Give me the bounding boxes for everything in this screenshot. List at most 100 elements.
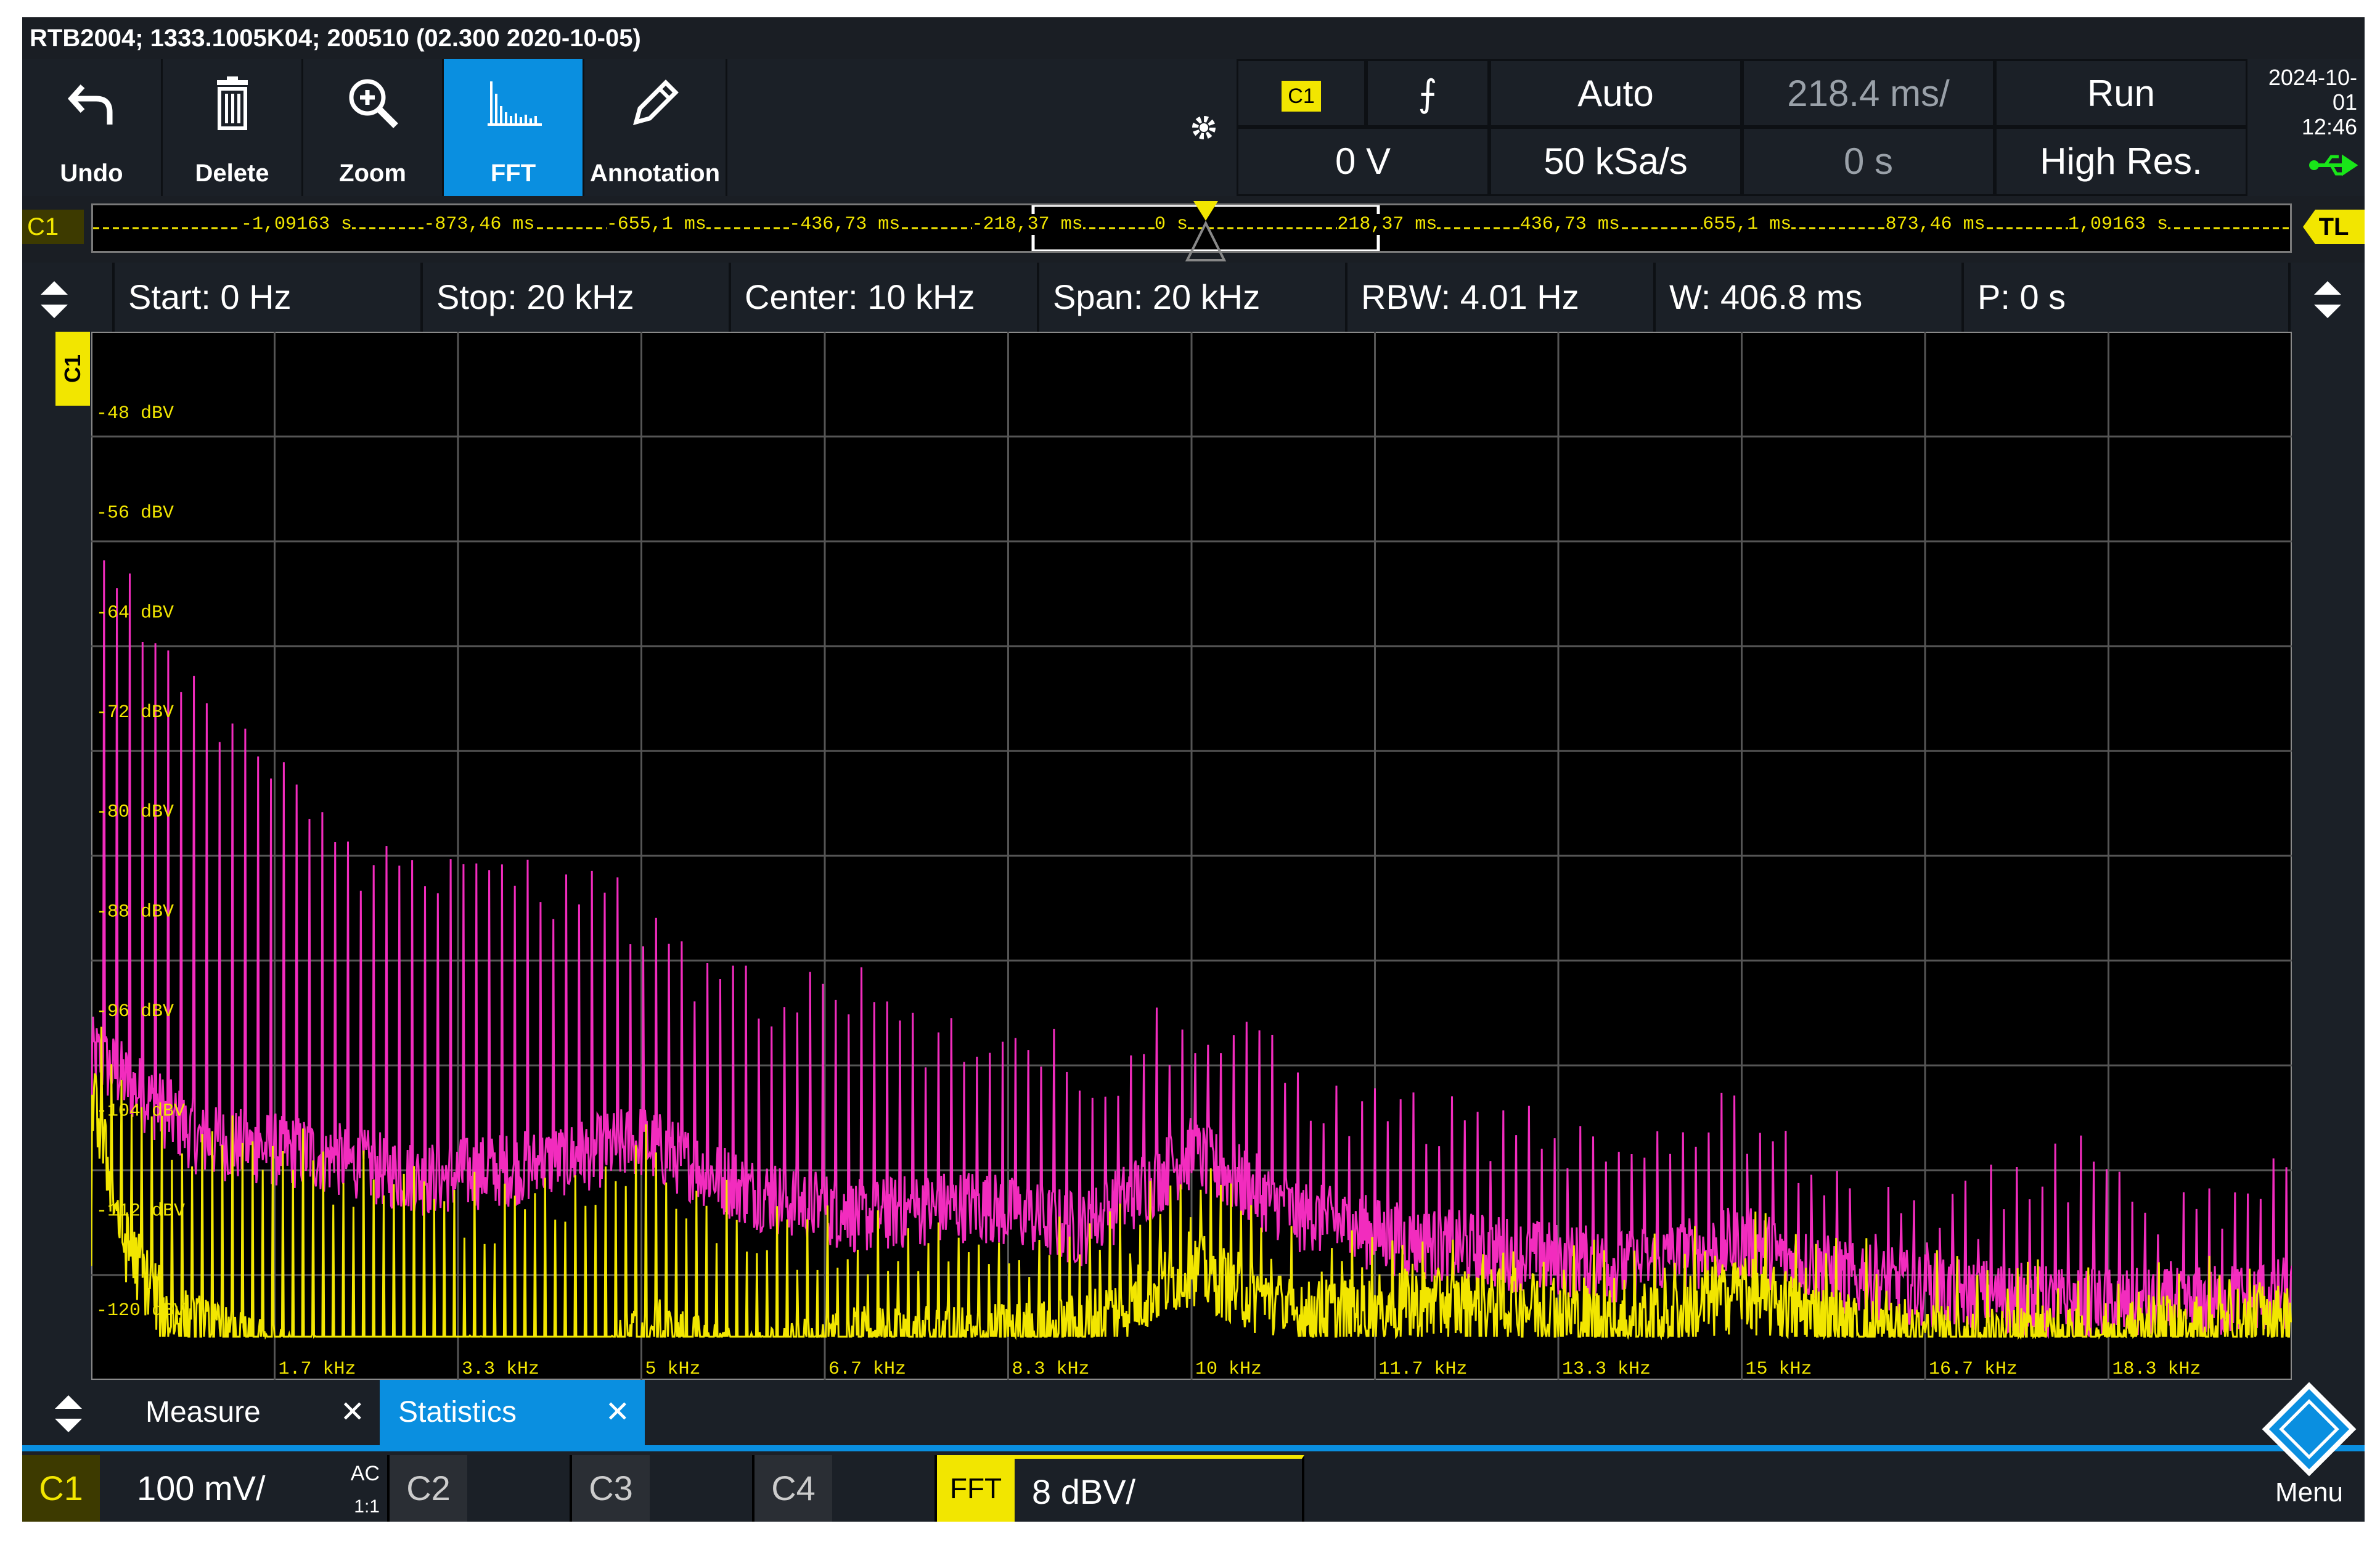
tab-scroll[interactable] <box>22 1380 115 1445</box>
left-side-panel: C1 <box>22 332 91 1380</box>
channel-c1-scale[interactable]: 100 mV/ AC 1:1 <box>100 1455 390 1522</box>
x-tick-label: 13.3 kHz <box>1562 1359 1651 1380</box>
run-stop-state[interactable]: Run <box>1995 59 2247 127</box>
ruler-tick-label: -218,37 ms <box>971 214 1083 235</box>
trigger-slope-button[interactable]: ⨍ <box>1366 59 1489 127</box>
x-tick-label: 6.7 kHz <box>828 1359 906 1380</box>
trigger-position-marker[interactable] <box>1181 196 1230 265</box>
tab-statistics[interactable]: Statistics ✕ <box>380 1380 645 1445</box>
menu-button[interactable]: Menu <box>2254 1374 2365 1522</box>
horizontal-position[interactable]: 0 s <box>1742 127 1995 196</box>
acquisition-mode[interactable]: High Res. <box>1995 127 2247 196</box>
oscilloscope-screen: RTB2004; 1333.1005K04; 200510 (02.300 20… <box>22 17 2365 1522</box>
trigger-source-button[interactable]: C1 <box>1237 59 1366 127</box>
trigger-level-tag: TL <box>2303 210 2365 244</box>
trash-icon <box>216 76 248 130</box>
up-down-arrows-icon <box>2314 281 2341 319</box>
c1-scale-value: 100 mV/ <box>137 1469 266 1507</box>
sample-rate[interactable]: 50 kSa/s <box>1489 127 1742 196</box>
ruler-tick-label: 1,09163 s <box>2068 214 2169 235</box>
x-tick-label: 3.3 kHz <box>462 1359 539 1380</box>
annotation-button[interactable]: Annotation <box>584 59 727 196</box>
date-readout: 2024-10-01 <box>2268 65 2357 115</box>
rohde-schwarz-logo-icon <box>2262 1382 2357 1477</box>
up-down-arrows-icon <box>55 1395 82 1433</box>
y-tick-label: -80 dBV <box>96 802 174 823</box>
fft-label: FFT <box>490 160 536 187</box>
tab-measure[interactable]: Measure ✕ <box>115 1380 380 1445</box>
fft-channel-tag[interactable]: FFT <box>937 1455 1015 1522</box>
x-tick-label: 1.7 kHz <box>279 1359 356 1380</box>
channel-c4-tag[interactable]: C4 <box>754 1455 832 1522</box>
channel-c3-scale[interactable] <box>650 1455 754 1522</box>
fft-parameter-bar: Start: 0 Hz Stop: 20 kHz Center: 10 kHz … <box>22 263 2365 332</box>
right-side-panel <box>2292 332 2365 1380</box>
ruler-channel-tag: C1 <box>22 210 84 244</box>
fft-button[interactable]: FFT <box>444 59 584 196</box>
channel-c3-tag[interactable]: C3 <box>572 1455 650 1522</box>
spectrum-display[interactable]: -48 dBV -56 dBV -64 dBV -72 dBV -80 dBV -88 d… <box>91 332 2292 1380</box>
tab-statistics-label: Statistics <box>398 1396 517 1429</box>
zoom-icon <box>349 79 398 128</box>
fft-center[interactable]: Center: 10 kHz <box>731 263 1039 332</box>
y-tick-label: -56 dBV <box>96 503 174 524</box>
ruler-tick-label: 218,37 ms <box>1337 214 1437 235</box>
fft-stop[interactable]: Stop: 20 kHz <box>423 263 731 332</box>
fft-scale[interactable]: 8 dBV/ <box>1015 1455 1304 1522</box>
undo-label: Undo <box>60 160 123 187</box>
trigger-level[interactable]: 0 V <box>1237 127 1489 196</box>
ruler-tick-label: -1,09163 s <box>241 214 353 235</box>
fft-spectrum-icon <box>487 81 542 126</box>
delete-button[interactable]: Delete <box>163 59 303 196</box>
y-tick-label: -72 dBV <box>96 702 174 723</box>
x-tick-label: 16.7 kHz <box>1929 1359 2018 1380</box>
fft-position[interactable]: P: 0 s <box>1964 263 2291 332</box>
zoom-label: Zoom <box>339 160 406 187</box>
y-tick-label: -88 dBV <box>96 901 174 922</box>
undo-icon <box>67 84 112 125</box>
delete-label: Delete <box>195 160 269 187</box>
trigger-source-badge: C1 <box>1282 81 1321 112</box>
fft-rbw[interactable]: RBW: 4.01 Hz <box>1347 263 1656 332</box>
y-tick-label: -64 dBV <box>96 602 174 623</box>
close-icon[interactable]: ✕ <box>340 1380 365 1445</box>
device-title-bar: RTB2004; 1333.1005K04; 200510 (02.300 20… <box>22 17 2365 59</box>
ruler-tick-label: 655,1 ms <box>1703 214 1792 235</box>
x-tick-label: 11.7 kHz <box>1379 1359 1468 1380</box>
rising-edge-icon: ⨍ <box>1418 73 1437 114</box>
close-icon[interactable]: ✕ <box>605 1380 630 1445</box>
x-tick-label: 8.3 kHz <box>1012 1359 1090 1380</box>
channel-c2-scale[interactable] <box>467 1455 572 1522</box>
channel-offset-marker[interactable]: C1 <box>55 332 90 406</box>
time-readout: 12:46 <box>2301 114 2357 139</box>
fft-bar-scroll-right[interactable] <box>2291 263 2365 332</box>
x-tick-label: 10 kHz <box>1195 1359 1262 1380</box>
undo-button[interactable]: Undo <box>22 59 163 196</box>
x-tick-label: 18.3 kHz <box>2112 1359 2201 1380</box>
zoom-button[interactable]: Zoom <box>303 59 444 196</box>
fft-window[interactable]: W: 406.8 ms <box>1656 263 1964 332</box>
y-tick-label: -96 dBV <box>96 1001 174 1022</box>
ruler-tick-label: -436,73 ms <box>789 214 901 235</box>
channel-c4-scale[interactable] <box>832 1455 937 1522</box>
timebase-scale[interactable]: 218.4 ms/ <box>1742 59 1995 127</box>
y-tick-label: -112 dBV <box>96 1200 185 1221</box>
pencil-icon <box>632 80 679 125</box>
status-panel: 2024-10-01 12:46 <box>2247 59 2365 196</box>
fft-span[interactable]: Span: 20 kHz <box>1039 263 1347 332</box>
x-tick-label: 5 kHz <box>645 1359 701 1380</box>
y-tick-label: -104 dBV <box>96 1101 185 1122</box>
channel-c2-tag[interactable]: C2 <box>390 1455 467 1522</box>
ruler-tick-label: -655,1 ms <box>606 214 706 235</box>
ruler-tick-label: -873,46 ms <box>423 214 535 235</box>
trigger-mode[interactable]: Auto <box>1489 59 1742 127</box>
settings-button[interactable] <box>1171 59 1237 196</box>
up-down-arrows-icon <box>41 281 68 319</box>
y-tick-label: -48 dBV <box>96 403 174 424</box>
fft-bar-scroll[interactable] <box>22 263 115 332</box>
y-tick-label: -120 dBV <box>96 1300 185 1321</box>
channel-c1-tag[interactable]: C1 <box>22 1455 100 1522</box>
x-tick-label: 15 kHz <box>1746 1359 1812 1380</box>
menu-label: Menu <box>2275 1477 2344 1507</box>
fft-start[interactable]: Start: 0 Hz <box>115 263 423 332</box>
